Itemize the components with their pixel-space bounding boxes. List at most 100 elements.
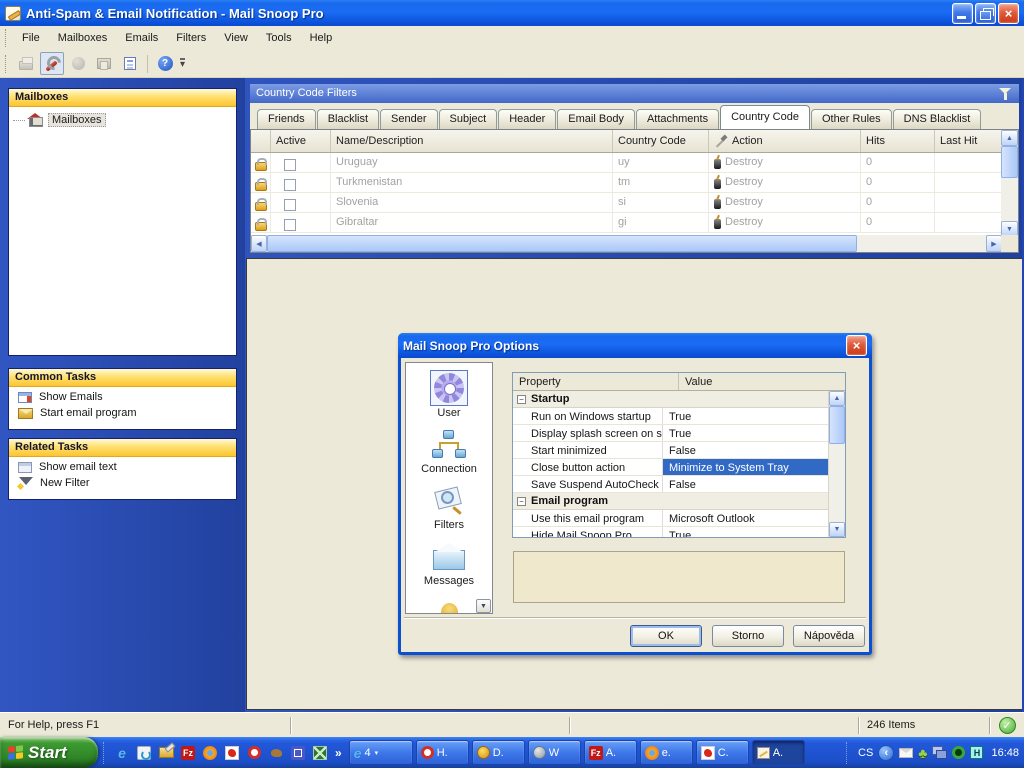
- quick-launch-overflow-chevron[interactable]: »: [335, 746, 342, 760]
- category-label[interactable]: Connection: [421, 463, 477, 475]
- grid-scroll-up-button[interactable]: ▲: [829, 391, 845, 406]
- task-show-emails[interactable]: Show Emails: [9, 387, 236, 403]
- home-button[interactable]: [92, 52, 116, 75]
- task-label[interactable]: Start email program: [40, 407, 137, 419]
- task-label[interactable]: New Filter: [40, 477, 90, 489]
- opera-icon[interactable]: [246, 745, 262, 761]
- options-button[interactable]: [40, 52, 64, 75]
- grid-scroll-thumb[interactable]: [829, 406, 845, 444]
- tab-country-code[interactable]: Country Code: [720, 105, 810, 129]
- taskbar-button-e[interactable]: e.: [640, 740, 693, 765]
- restore-button[interactable]: [975, 3, 996, 24]
- menu-tools[interactable]: Tools: [257, 26, 301, 50]
- menu-mailboxes[interactable]: Mailboxes: [49, 26, 117, 50]
- group-email-program[interactable]: − Email program: [513, 493, 828, 510]
- category-connection[interactable]: Connection: [406, 426, 492, 475]
- help-button[interactable]: ?: [153, 52, 177, 75]
- fullscreen-icon[interactable]: [290, 745, 306, 761]
- scroll-left-button[interactable]: ◀: [251, 235, 267, 252]
- dialog-close-button[interactable]: ×: [846, 335, 867, 356]
- table-row[interactable]: Gibraltar gi Destroy 0: [251, 213, 1001, 233]
- property-row[interactable]: Run on Windows startup True: [513, 408, 828, 425]
- print-button[interactable]: [14, 52, 38, 75]
- category-user[interactable]: User: [406, 370, 492, 419]
- ie-icon[interactable]: e: [114, 745, 130, 761]
- task-label[interactable]: Show email text: [39, 461, 117, 473]
- filezilla-icon[interactable]: Fz: [180, 745, 196, 761]
- taskbar-button-clock-app[interactable]: D.: [472, 740, 525, 765]
- last-hit-column-header[interactable]: Last Hit: [935, 130, 1001, 152]
- group-dropdown-icon[interactable]: ▾: [375, 749, 379, 757]
- table-row[interactable]: Uruguay uy Destroy 0: [251, 153, 1001, 173]
- filter-icon[interactable]: [999, 88, 1013, 101]
- lock-column-header[interactable]: [251, 130, 271, 152]
- value-column-header[interactable]: Value: [679, 373, 845, 390]
- code-column-header[interactable]: Country Code: [613, 130, 709, 152]
- taskbar-button-filezilla[interactable]: Fz A.: [584, 740, 637, 765]
- row-active-checkbox[interactable]: [284, 199, 296, 211]
- taskbar-button-ie-group[interactable]: e 4 ▾: [349, 740, 413, 765]
- menu-filters[interactable]: Filters: [167, 26, 215, 50]
- windows-update-icon[interactable]: [136, 745, 152, 761]
- tab-dns-blacklist[interactable]: DNS Blacklist: [893, 109, 982, 129]
- ok-button[interactable]: OK: [630, 625, 702, 647]
- task-start-email-program[interactable]: Start email program: [9, 403, 236, 419]
- scroll-up-button[interactable]: ▲: [1001, 130, 1018, 146]
- property-row[interactable]: Save Suspend AutoCheck ... False: [513, 476, 828, 493]
- category-label[interactable]: User: [437, 407, 460, 419]
- sun-globe-icon[interactable]: [202, 745, 218, 761]
- tab-friends[interactable]: Friends: [257, 109, 316, 129]
- tab-email-body[interactable]: Email Body: [557, 109, 635, 129]
- email-compose-icon[interactable]: [158, 745, 174, 761]
- taskbar-button-c[interactable]: C.: [696, 740, 749, 765]
- toolbar-overflow-button[interactable]: ▾: [180, 58, 185, 69]
- vertical-scrollbar[interactable]: ▲ ▼: [1001, 130, 1018, 237]
- property-column-header[interactable]: Property: [513, 373, 679, 390]
- check-button[interactable]: [66, 52, 90, 75]
- tray-ring-icon[interactable]: [952, 746, 965, 759]
- tray-h-icon[interactable]: H: [970, 746, 983, 759]
- horizontal-scroll-thumb[interactable]: [267, 235, 857, 252]
- help-button[interactable]: Nápověda: [793, 625, 865, 647]
- taskbar-button-opera[interactable]: H.: [416, 740, 469, 765]
- task-show-email-text[interactable]: Show email text: [9, 457, 236, 473]
- collapse-icon[interactable]: −: [517, 497, 526, 506]
- tab-sender[interactable]: Sender: [380, 109, 437, 129]
- property-row-selected[interactable]: Close button action Minimize to System T…: [513, 459, 828, 476]
- cancel-button[interactable]: Storno: [712, 625, 784, 647]
- taskbar-button-mail-snoop-active[interactable]: A.: [752, 740, 805, 765]
- group-startup[interactable]: − Startup: [513, 391, 828, 408]
- menu-emails[interactable]: Emails: [116, 26, 167, 50]
- row-active-checkbox[interactable]: [284, 159, 296, 171]
- row-active-checkbox[interactable]: [284, 179, 296, 191]
- tray-mail-icon[interactable]: [899, 748, 913, 758]
- name-column-header[interactable]: Name/Description: [331, 130, 613, 152]
- category-scroll-down-button[interactable]: ▼: [476, 599, 491, 613]
- grid-scroll-down-button[interactable]: ▼: [829, 522, 845, 537]
- paint-splat-icon[interactable]: [224, 745, 240, 761]
- task-label[interactable]: Show Emails: [39, 391, 103, 403]
- minimize-button[interactable]: [952, 3, 973, 24]
- category-filters[interactable]: Filters: [406, 482, 492, 531]
- tray-collapse-button[interactable]: ‹: [878, 745, 894, 761]
- property-row[interactable]: Hide Mail Snoop Pro True: [513, 527, 828, 538]
- table-row[interactable]: Slovenia si Destroy 0: [251, 193, 1001, 213]
- scroll-right-button[interactable]: ▶: [986, 235, 1002, 252]
- action-column-header[interactable]: Action: [709, 130, 861, 152]
- horizontal-scrollbar[interactable]: ◀ ▶: [251, 235, 1002, 252]
- taskbar-button-web[interactable]: W: [528, 740, 581, 765]
- tray-clover-icon[interactable]: ♣: [918, 746, 927, 760]
- active-column-header[interactable]: Active: [271, 130, 331, 152]
- task-new-filter[interactable]: New Filter: [9, 473, 236, 489]
- close-button[interactable]: ×: [998, 3, 1019, 24]
- tray-network-icon[interactable]: [932, 746, 947, 759]
- vertical-scroll-thumb[interactable]: [1001, 146, 1018, 178]
- row-active-checkbox[interactable]: [284, 219, 296, 231]
- category-messages[interactable]: Messages: [406, 538, 492, 587]
- menu-help[interactable]: Help: [301, 26, 342, 50]
- collapse-icon[interactable]: −: [517, 395, 526, 404]
- hits-column-header[interactable]: Hits: [861, 130, 935, 152]
- property-row[interactable]: Use this email program Microsoft Outlook: [513, 510, 828, 527]
- mailboxes-tree-label[interactable]: Mailboxes: [48, 113, 106, 127]
- category-label[interactable]: Messages: [424, 575, 474, 587]
